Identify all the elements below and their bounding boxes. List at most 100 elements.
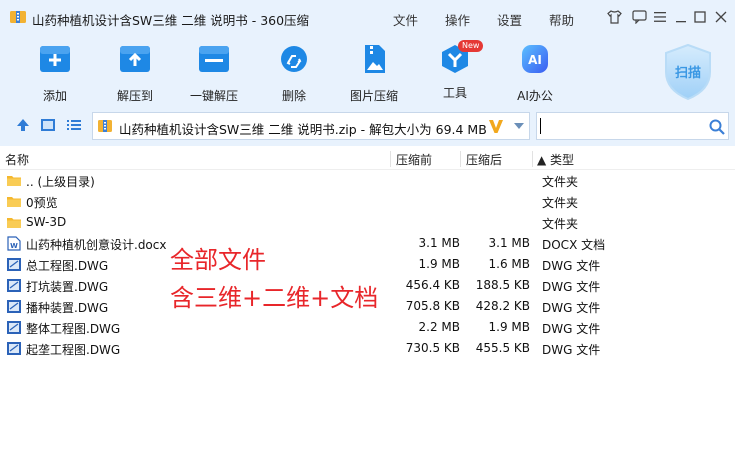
maximize-icon [694, 11, 706, 23]
zip-file-icon [98, 120, 112, 132]
delete-button[interactable]: 删除 [264, 44, 324, 103]
shirt-icon [606, 10, 622, 24]
file-type: DWG 文件 [542, 301, 601, 315]
minimize-icon [676, 21, 686, 23]
file-name: 整体工程图.DWG [26, 322, 121, 336]
file-type: DWG 文件 [542, 259, 601, 273]
file-name: 打坑装置.DWG [26, 280, 109, 294]
add-button[interactable]: 添加 [25, 44, 85, 103]
table-row[interactable]: 起垄工程图.DWG 730.5 KB 455.5 KB DWG 文件 [0, 338, 735, 359]
app-zip-icon [10, 11, 26, 23]
list-view-icon[interactable] [66, 117, 82, 133]
chevron-down-icon[interactable] [513, 122, 525, 130]
menu-button[interactable] [652, 9, 668, 25]
column-divider[interactable] [532, 151, 533, 167]
menu-settings[interactable]: 设置 [497, 10, 522, 29]
window-title: 山药种植机设计含SW三维 二维 说明书 - 360压缩 [32, 13, 310, 28]
search-input[interactable] [539, 116, 699, 136]
folder-icon [7, 176, 21, 186]
dwg-icon [7, 279, 21, 292]
menu-operate[interactable]: 操作 [445, 10, 470, 29]
folder-icon [7, 218, 21, 228]
folder-icon [7, 197, 21, 207]
dwg-icon [7, 300, 21, 313]
column-type[interactable]: ▲ 类型 [537, 151, 574, 168]
minimize-button[interactable] [673, 9, 689, 25]
one-click-extract-label: 一键解压 [189, 89, 238, 103]
file-name: 起垄工程图.DWG [26, 343, 121, 357]
menu-file[interactable]: 文件 [393, 10, 418, 29]
file-type: 文件夹 [542, 217, 579, 231]
table-row[interactable]: .. (上级目录) 文件夹 [0, 170, 735, 191]
delete-label: 删除 [281, 89, 306, 103]
original-size: 3.1 MB [488, 236, 530, 250]
file-name: .. (上级目录) [26, 175, 95, 189]
file-name: SW-3D [26, 215, 67, 229]
add-label: 添加 [42, 89, 67, 103]
file-type: DOCX 文档 [542, 238, 606, 252]
extract-to-button[interactable]: 解压到 [105, 44, 165, 103]
table-row[interactable]: SW-3D 文件夹 [0, 212, 735, 233]
file-name: 0预览 [26, 196, 58, 210]
recycle-delete-icon [281, 46, 307, 72]
close-button[interactable] [713, 9, 729, 25]
address-bar: 山药种植机设计含SW三维 二维 说明书.zip - 解包大小为 69.4 MB [0, 104, 735, 146]
compressor-window: 山药种植机设计含SW三维 二维 说明书 - 360压缩 文件 操作 设置 帮助 [0, 0, 735, 474]
up-arrow-icon[interactable] [15, 117, 31, 133]
tools-button[interactable]: New 工具 [425, 40, 485, 100]
file-type: DWG 文件 [542, 280, 601, 294]
text-caret [540, 118, 541, 134]
one-click-extract-button[interactable]: 一键解压 [184, 44, 244, 103]
path-field[interactable]: 山药种植机设计含SW三维 二维 说明书.zip - 解包大小为 69.4 MB [92, 112, 530, 140]
menu-help[interactable]: 帮助 [549, 10, 574, 29]
overlay-line-2: 含三维+二维+文档 [170, 284, 379, 312]
compressed-size: 456.4 KB [405, 278, 460, 292]
verified-v-icon[interactable] [487, 117, 505, 135]
scan-button[interactable]: 扫描 [660, 42, 716, 102]
extract-to-icon [120, 46, 150, 72]
table-row[interactable]: 整体工程图.DWG 2.2 MB 1.9 MB DWG 文件 [0, 317, 735, 338]
column-compressed[interactable]: 压缩前 [396, 151, 432, 168]
original-size: 1.6 MB [488, 257, 530, 271]
image-compress-button[interactable]: 图片压缩 [344, 44, 404, 103]
column-name[interactable]: 名称 [5, 151, 29, 168]
column-original[interactable]: 压缩后 [466, 151, 502, 168]
docx-icon: W [7, 236, 21, 251]
maximize-button[interactable] [692, 9, 708, 25]
table-row[interactable]: W 山药种植机创意设计.docx 3.1 MB 3.1 MB DOCX 文档 [0, 233, 735, 254]
dwg-icon [7, 321, 21, 334]
thumbnail-view-icon[interactable] [40, 117, 56, 133]
column-divider[interactable] [460, 151, 461, 167]
file-type: 文件夹 [542, 196, 579, 210]
original-size: 188.5 KB [475, 278, 530, 292]
toolbar: 添加 解压到 一键解压 删除 图片压缩 New 工具 AI AI办公 扫描 [0, 36, 735, 104]
scan-label: 扫描 [675, 65, 701, 81]
search-field[interactable] [536, 112, 729, 140]
ai-office-label: AI办公 [517, 89, 553, 103]
title-bar: 山药种植机设计含SW三维 二维 说明书 - 360压缩 文件 操作 设置 帮助 [0, 0, 735, 36]
dwg-icon [7, 342, 21, 355]
extract-to-label: 解压到 [116, 89, 153, 103]
ai-office-button[interactable]: AI AI办公 [505, 44, 565, 103]
file-name: 山药种植机创意设计.docx [26, 238, 167, 252]
svg-text:W: W [10, 242, 18, 250]
close-icon [715, 11, 727, 23]
overlay-line-1: 全部文件 [170, 246, 266, 274]
table-row[interactable]: 0预览 文件夹 [0, 191, 735, 212]
file-type: 文件夹 [542, 175, 579, 189]
skin-button[interactable] [606, 9, 622, 25]
image-compress-label: 图片压缩 [349, 89, 398, 103]
file-type: DWG 文件 [542, 343, 601, 357]
search-icon[interactable] [709, 119, 725, 135]
svg-text:AI: AI [528, 53, 542, 67]
compressed-size: 1.9 MB [418, 257, 460, 271]
chat-icon [631, 10, 647, 24]
image-compress-icon [365, 45, 385, 73]
add-icon [40, 46, 70, 72]
file-type: DWG 文件 [542, 322, 601, 336]
archive-path: 山药种植机设计含SW三维 二维 说明书.zip - 解包大小为 69.4 MB [119, 122, 487, 137]
table-row[interactable]: 总工程图.DWG 1.9 MB 1.6 MB DWG 文件 [0, 254, 735, 275]
column-divider[interactable] [390, 151, 391, 167]
feedback-button[interactable] [631, 9, 647, 25]
new-badge: New [458, 40, 484, 52]
